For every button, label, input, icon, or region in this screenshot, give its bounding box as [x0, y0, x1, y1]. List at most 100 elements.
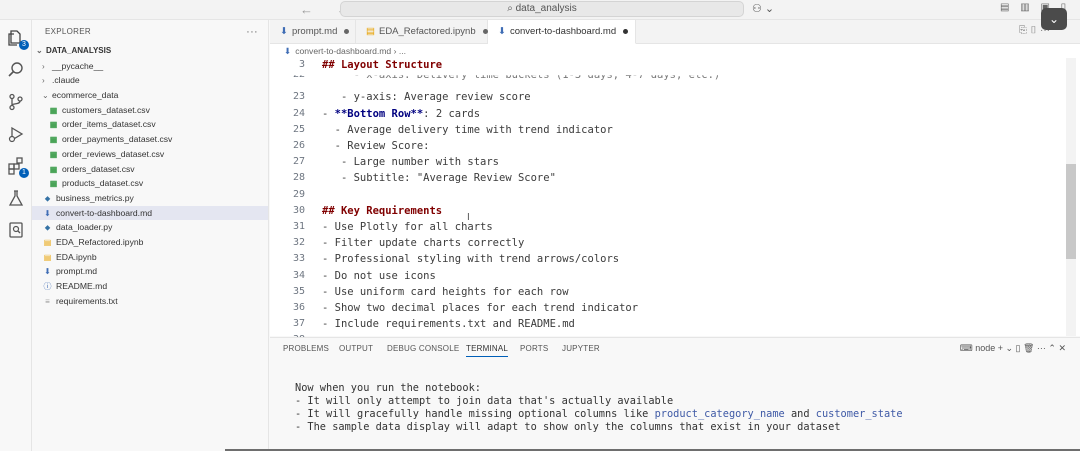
- code-line[interactable]: - Use uniform card heights for each row: [322, 286, 569, 298]
- notebook-icon: ▤: [366, 26, 375, 37]
- tab-jupyter[interactable]: JUPYTER: [562, 344, 600, 353]
- line-number: 28: [292, 172, 305, 184]
- tab-terminal[interactable]: TERMINAL: [466, 344, 509, 357]
- tree-file[interactable]: ⬇ prompt.md: [32, 264, 268, 279]
- code-line[interactable]: - **Bottom Row**: 2 cards: [322, 108, 480, 120]
- text-file-icon: ≡: [45, 296, 50, 306]
- line-number: 33: [292, 253, 305, 265]
- panel-actions[interactable]: ⌨ node + ⌄ ▯ 🗑 ··· ⌃ ✕: [960, 343, 1066, 354]
- tree-file[interactable]: ▦ products_dataset.csv: [32, 176, 268, 191]
- tree-file[interactable]: ⓘ README.md: [32, 279, 268, 294]
- breadcrumb-file[interactable]: convert-to-dashboard.md: [295, 46, 391, 56]
- tab-eda-refactored[interactable]: ▤ EDA_Refactored.ipynb: [356, 20, 488, 44]
- unsaved-dot-icon: [623, 28, 629, 34]
- terminal-text: - It will gracefully handle missing opti…: [295, 408, 655, 420]
- extensions-badge: 1: [19, 168, 29, 178]
- tree-item-label: customers_dataset.csv: [62, 104, 150, 115]
- explorer-title: EXPLORER: [45, 27, 91, 36]
- terminal-line: - It will gracefully handle missing opti…: [295, 408, 1075, 421]
- overlay-dropdown-button[interactable]: ⌄: [1041, 8, 1067, 30]
- chevron-down-icon: ⌄: [36, 46, 43, 55]
- text-cursor-icon: I: [467, 212, 470, 223]
- line-number: 31: [292, 221, 305, 232]
- info-icon: ⓘ: [43, 282, 52, 291]
- tab-ports[interactable]: PORTS: [520, 344, 548, 353]
- code-line[interactable]: - Do not use icons: [322, 270, 436, 282]
- code-line[interactable]: - Large number with stars: [322, 156, 499, 168]
- terminal-output[interactable]: Now when you run the notebook: - It will…: [295, 382, 1075, 434]
- csv-file-icon: ▦: [49, 120, 58, 130]
- explorer-sidebar: EXPLORER ··· ⌄ DATA_ANALYSIS › __pycache__…: [32, 20, 269, 451]
- tab-output[interactable]: OUTPUT: [339, 344, 373, 353]
- tree-file[interactable]: ▤ EDA_Refactored.ipynb: [32, 235, 268, 250]
- root-folder-label: DATA_ANALYSIS: [46, 46, 112, 55]
- tree-item-label: orders_dataset.csv: [62, 163, 135, 174]
- tree-file[interactable]: ▦ order_reviews_dataset.csv: [32, 147, 268, 162]
- python-file-icon: ⬥: [44, 223, 51, 233]
- code-line[interactable]: - y-axis: Average review score: [322, 91, 531, 103]
- tree-root-folder[interactable]: ⌄ DATA_ANALYSIS: [32, 44, 268, 59]
- code-line[interactable]: - Include requirements.txt and README.md: [322, 318, 575, 330]
- editor-scrollbar-thumb[interactable]: [1066, 164, 1076, 259]
- tree-file[interactable]: ≡ requirements.txt: [32, 294, 268, 309]
- code-line[interactable]: - Average delivery time with trend indic…: [322, 124, 613, 136]
- python-file-icon: ⬥: [44, 193, 51, 203]
- testing-icon[interactable]: [6, 188, 26, 208]
- title-bar: ← → ⌕ data_analysis ⚇ ⌄ ▤ ▥ ▣ ▯: [0, 0, 1080, 20]
- search-icon[interactable]: [6, 60, 26, 80]
- line-number: 25: [292, 123, 305, 135]
- breadcrumb: ⬇ convert-to-dashboard.md › ...: [270, 44, 1080, 58]
- tree-file[interactable]: ▦ customers_dataset.csv: [32, 103, 268, 118]
- code-text: -: [322, 107, 335, 120]
- code-line[interactable]: - Subtitle: "Average Review Score": [322, 172, 556, 184]
- tree-item-label: EDA_Refactored.ipynb: [56, 236, 144, 247]
- tree-file[interactable]: ⬥ business_metrics.py: [32, 191, 268, 206]
- extensions-icon[interactable]: 1: [6, 156, 29, 178]
- explorer-badge: 3: [19, 40, 29, 50]
- code-line[interactable]: ## Layout Structure: [322, 59, 442, 71]
- csv-file-icon: ▦: [49, 179, 58, 189]
- tree-file[interactable]: ▤ EDA.ipynb: [32, 250, 268, 265]
- markdown-icon: ⬇: [280, 26, 288, 37]
- code-line[interactable]: - Review Score:: [322, 140, 430, 152]
- tree-folder[interactable]: ⌄ ecommerce_data: [32, 88, 268, 103]
- line-number: 32: [292, 237, 305, 249]
- csv-file-icon: ▦: [49, 105, 58, 115]
- tree-item-label: README.md: [56, 281, 108, 291]
- line-number: 27: [292, 156, 305, 168]
- code-line[interactable]: - Show two decimal places for each trend…: [322, 302, 638, 314]
- tab-convert-to-dashboard[interactable]: ⬇ convert-to-dashboard.md: [488, 20, 636, 44]
- tree-file[interactable]: ⬇ convert-to-dashboard.md: [32, 205, 268, 221]
- tree-folder[interactable]: › __pycache__: [32, 59, 268, 74]
- tree-item-label: prompt.md: [56, 266, 98, 277]
- remote-explorer-icon[interactable]: [6, 220, 26, 240]
- code-line[interactable]: ## Key Requirements: [322, 205, 442, 217]
- tab-prompt-md[interactable]: ⬇ prompt.md: [270, 20, 356, 44]
- copilot-icon[interactable]: ⚇ ⌄: [752, 2, 774, 15]
- tab-debug-console[interactable]: DEBUG CONSOLE: [387, 344, 459, 353]
- source-control-icon[interactable]: [6, 92, 26, 112]
- markdown-icon: ⬇: [44, 208, 51, 218]
- terminal-code-highlight: customer_state: [815, 408, 903, 420]
- run-debug-icon[interactable]: [6, 124, 26, 144]
- line-number: 23: [292, 91, 305, 103]
- command-center-search[interactable]: ⌕ data_analysis: [340, 1, 744, 17]
- line-number: 26: [292, 140, 305, 151]
- editor-area[interactable]: ⬇ convert-to-dashboard.md › ... 3 ## Layou…: [270, 44, 1080, 345]
- tree-item-label: __pycache__: [52, 60, 104, 71]
- tree-file[interactable]: ▦ order_items_dataset.csv: [32, 117, 268, 132]
- explorer-icon[interactable]: 3: [6, 28, 29, 50]
- line-number: 24: [292, 107, 305, 119]
- tab-label: convert-to-dashboard.md: [509, 26, 617, 37]
- csv-file-icon: ▦: [49, 149, 58, 159]
- tree-file[interactable]: ▦ orders_dataset.csv: [32, 162, 268, 177]
- tree-folder[interactable]: › .claude: [32, 73, 268, 88]
- tree-file[interactable]: ⬥ data_loader.py: [32, 220, 268, 235]
- line-number: 30: [292, 204, 305, 216]
- more-actions-icon[interactable]: ···: [246, 20, 258, 44]
- code-line[interactable]: - Filter update charts correctly: [322, 237, 524, 249]
- terminal-code-highlight: product_category_name: [654, 408, 785, 420]
- code-line[interactable]: - Professional styling with trend arrows…: [322, 253, 619, 265]
- tree-file[interactable]: ▦ order_payments_dataset.csv: [32, 132, 268, 147]
- tab-problems[interactable]: PROBLEMS: [283, 344, 329, 353]
